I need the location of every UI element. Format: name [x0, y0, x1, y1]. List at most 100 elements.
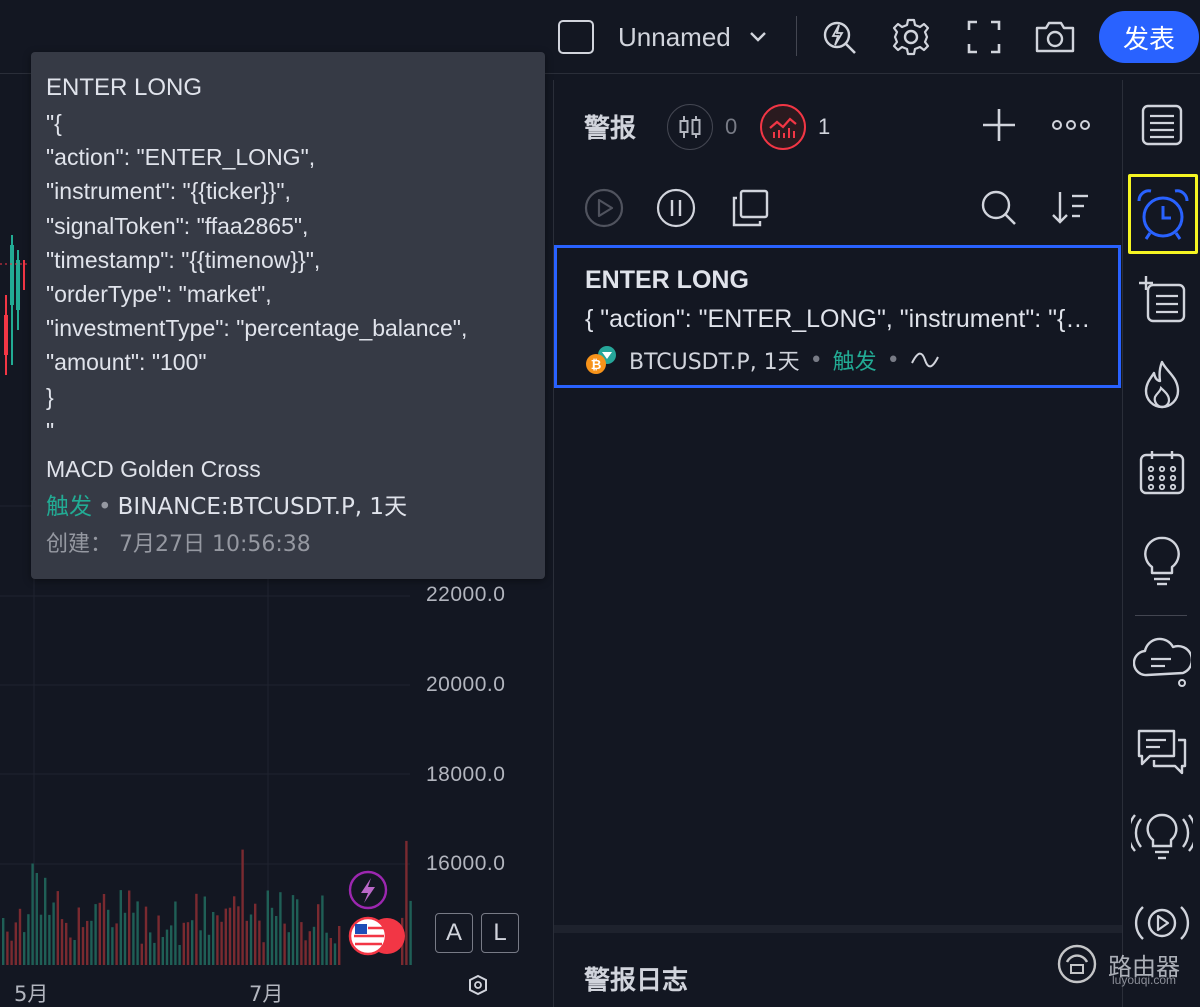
- volume-bar: [207, 934, 211, 965]
- volume-bar: [228, 907, 232, 965]
- volume-bar: [111, 927, 114, 965]
- volume-bar: [157, 915, 160, 965]
- volume-bar: [237, 906, 240, 965]
- alerts-panel-title: 警报: [584, 114, 637, 144]
- volume-bar: [161, 937, 164, 965]
- volume-bar: [409, 900, 412, 965]
- alert-item-separator: •: [886, 347, 900, 373]
- time-axis-label: 5月: [14, 982, 49, 1006]
- volume-bar: [60, 919, 64, 965]
- volume-bar: [203, 896, 206, 965]
- log-scale-button[interactable]: L: [481, 913, 519, 953]
- price-axis-label: 20000.0: [426, 673, 506, 696]
- volume-bar: [191, 920, 194, 965]
- quick-search-icon[interactable]: [818, 12, 862, 62]
- more-options-icon[interactable]: [1050, 105, 1092, 145]
- volume-bar: [405, 840, 408, 965]
- volume-bar: [321, 895, 324, 965]
- volume-bar: [119, 890, 122, 965]
- panel-divider[interactable]: [554, 925, 1122, 933]
- lightning-event-icon[interactable]: [348, 870, 388, 910]
- volume-bar: [77, 907, 80, 965]
- volume-bar: [317, 904, 320, 965]
- active-alerts-count: 0: [725, 114, 738, 139]
- add-list-icon[interactable]: [1129, 266, 1195, 332]
- alert-item-message: { "action": "ENTER_LONG", "instrument": …: [585, 305, 1095, 333]
- alert-list-item[interactable]: ENTER LONG { "action": "ENTER_LONG", "in…: [554, 245, 1121, 388]
- volume-bar: [195, 893, 198, 965]
- calendar-icon[interactable]: [1129, 440, 1195, 506]
- messages-icon[interactable]: [1129, 718, 1195, 784]
- volume-bar: [312, 926, 316, 965]
- copy-icon[interactable]: [728, 186, 772, 230]
- time-axis-label: 7月: [249, 982, 284, 1006]
- alerts-panel: 警报 0 1 ENTER LONG {"action": "ENTER_LON…: [553, 80, 1122, 1007]
- volume-bar: [90, 920, 93, 965]
- us-flag-event-icon[interactable]: [348, 916, 405, 956]
- volume-bar: [2, 918, 5, 965]
- sidebar-divider: [1135, 615, 1187, 616]
- auto-scale-button[interactable]: A: [435, 913, 473, 953]
- volume-bar: [14, 922, 17, 965]
- volume-bar: [86, 920, 89, 965]
- volume-bars: [2, 840, 412, 965]
- price-axis-label: 16000.0: [426, 852, 506, 875]
- alert-item-symbol: BTCUSDT.P, 1天: [629, 350, 800, 375]
- alert-tooltip: ENTER LONG "{ "action": "ENTER_LONG", "i…: [31, 52, 545, 579]
- volume-bar: [338, 926, 341, 965]
- volume-bar: [39, 914, 43, 965]
- alarm-clock-icon[interactable]: [1128, 174, 1198, 254]
- volume-bar: [144, 906, 148, 965]
- triggered-alerts-filter[interactable]: 1: [760, 104, 830, 150]
- play-icon[interactable]: [582, 186, 626, 230]
- router-logo-icon: [1057, 944, 1097, 984]
- sort-icon[interactable]: [1048, 186, 1092, 230]
- volume-bar: [182, 922, 185, 965]
- gear-icon[interactable]: [888, 12, 934, 62]
- volume-bar: [98, 902, 101, 965]
- active-alerts-filter[interactable]: 0: [667, 104, 737, 150]
- volume-bar: [279, 892, 282, 965]
- chart-settings-icon[interactable]: [469, 974, 487, 996]
- watermark: 路由器 luyouqi.com: [1052, 942, 1180, 987]
- alert-item-separator: •: [809, 347, 823, 373]
- alert-item-meta: ₿ BTCUSDT.P, 1天 • 触发 •: [585, 344, 940, 376]
- volume-bar: [52, 902, 55, 965]
- layout-select-icon[interactable]: [556, 12, 596, 62]
- volume-bar: [275, 916, 278, 965]
- add-alert-icon[interactable]: [979, 105, 1019, 145]
- volume-bar: [165, 929, 169, 965]
- btc-coin-icon: ₿: [585, 345, 619, 375]
- publish-button[interactable]: 发表: [1099, 11, 1199, 63]
- fullscreen-icon[interactable]: [962, 12, 1006, 62]
- volume-bar: [6, 931, 9, 965]
- layout-name-dropdown[interactable]: Unnamed: [618, 12, 778, 62]
- volume-bar: [23, 932, 26, 965]
- volume-bar: [73, 940, 76, 965]
- alert-log-title: 警报日志: [584, 966, 689, 996]
- volume-bar: [10, 940, 13, 965]
- tooltip-meta: 触发 • BINANCE:BTCUSDT.P, 1天: [46, 488, 530, 526]
- search-icon[interactable]: [977, 186, 1021, 230]
- tooltip-title: ENTER LONG: [46, 74, 203, 101]
- volume-bar: [186, 922, 190, 965]
- volume-bar: [262, 942, 265, 965]
- volume-bar: [81, 927, 85, 965]
- tooltip-message-line: "timestamp": "{{timenow}}",: [46, 246, 321, 273]
- volume-bar: [178, 945, 181, 965]
- volume-bar: [56, 891, 59, 965]
- pause-icon[interactable]: [654, 186, 698, 230]
- volume-bar: [325, 932, 328, 965]
- ideas-lightbulb-icon[interactable]: [1129, 528, 1195, 594]
- volume-bar: [266, 890, 269, 965]
- fire-icon[interactable]: [1129, 352, 1195, 418]
- volume-bar: [287, 932, 290, 965]
- camera-icon[interactable]: [1032, 12, 1078, 62]
- volume-bar: [296, 899, 299, 965]
- streams-lightbulb-icon[interactable]: [1129, 806, 1195, 872]
- tooltip-created: 创建： 7月27日 10:56:38: [46, 531, 311, 557]
- chat-cloud-icon[interactable]: [1129, 630, 1195, 696]
- tooltip-message-line: "amount": "100": [46, 349, 207, 376]
- tooltip-message-line: "investmentType": "percentage_balance",: [46, 315, 468, 342]
- watchlist-icon[interactable]: [1129, 92, 1195, 158]
